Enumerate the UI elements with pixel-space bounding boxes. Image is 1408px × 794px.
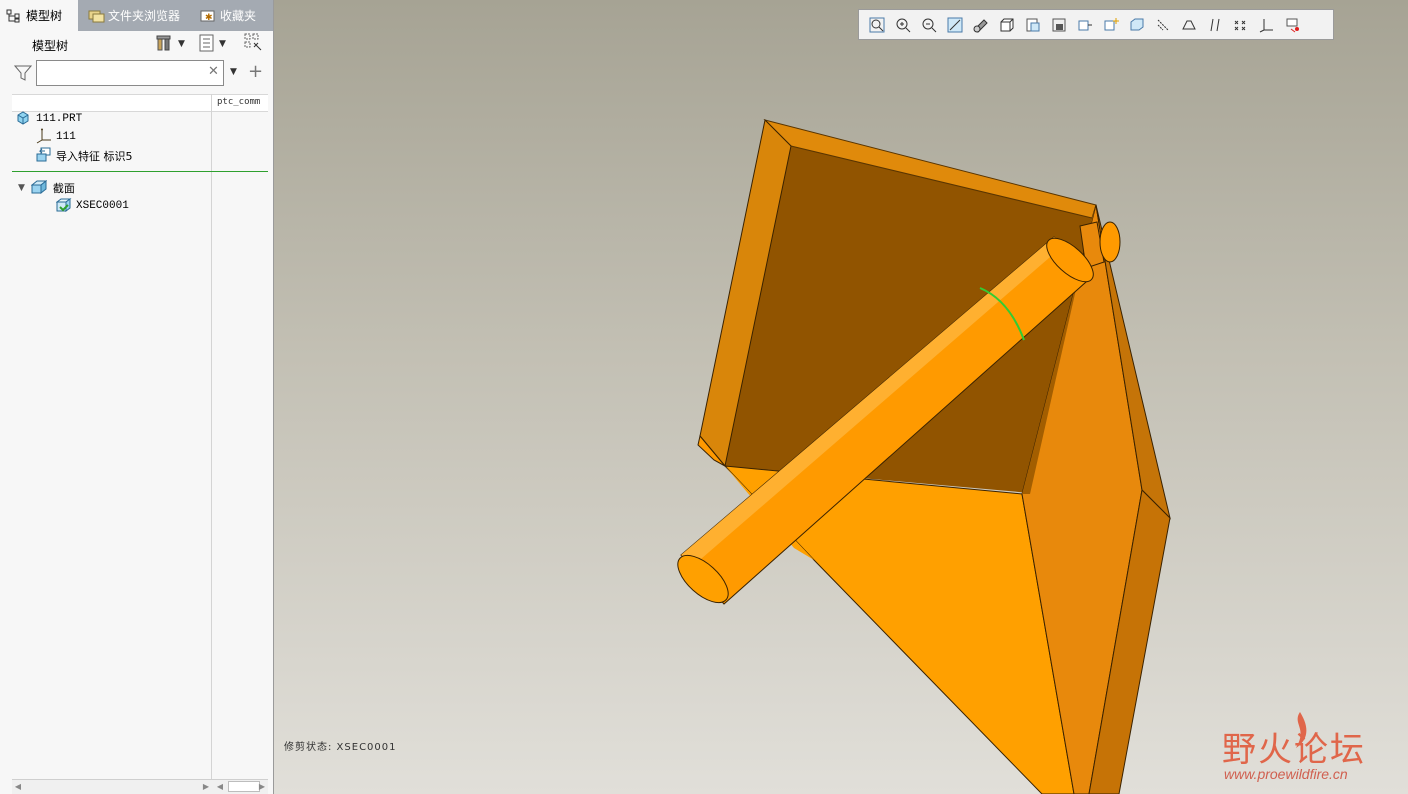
favorites-icon: ✱: [200, 9, 216, 23]
tree-group-sections[interactable]: ▼ 截面: [18, 179, 75, 197]
plane-display-icon[interactable]: [1150, 14, 1176, 36]
xsection-icon: [55, 197, 72, 216]
folder-browser-icon: [88, 9, 105, 23]
point-display-icon[interactable]: [1202, 14, 1228, 36]
spin-center-icon[interactable]: [1072, 14, 1098, 36]
3d-model[interactable]: [274, 0, 1408, 794]
flame-icon: [1296, 712, 1307, 748]
scroll-right-icon[interactable]: ▶: [256, 780, 268, 793]
list-icon: [199, 34, 215, 55]
add-icon[interactable]: +: [248, 61, 263, 82]
column-settings-button[interactable]: [244, 33, 264, 56]
chevron-down-icon: ▼: [219, 39, 226, 49]
tree-item-import-feature[interactable]: 导入特征 标识5: [36, 147, 133, 165]
coordinate-system-icon: [36, 128, 52, 147]
status-text: 修剪状态: XSEC0001: [284, 742, 397, 753]
axis-display-icon[interactable]: [1176, 14, 1202, 36]
svg-text:✱: ✱: [205, 13, 213, 23]
connection-icon[interactable]: [1280, 14, 1306, 36]
tree-item-xsection[interactable]: XSEC0001: [55, 197, 129, 216]
tree-item-label: 导入特征 标识5: [56, 150, 133, 163]
datum-display-icon[interactable]: [1124, 14, 1150, 36]
watermark-url: www.proewildfire.cn: [1224, 766, 1348, 782]
tree-item-label: XSEC0001: [76, 200, 129, 212]
annotation-display-icon[interactable]: [1098, 14, 1124, 36]
column-header-label[interactable]: ptc_comm: [217, 97, 269, 107]
graphics-window[interactable]: 修剪状态: XSEC0001 野火论坛 www.proewildfire.cn: [274, 0, 1408, 794]
tab-folder-browser[interactable]: 文件夹浏览器: [82, 0, 190, 31]
expand-triangle-icon[interactable]: ▼: [18, 183, 25, 193]
model-tree-panel: 模型树 文件夹浏览器 ✱ 收藏夹 模型树 ▼ ▼ ✕ ▼ + ptc_comm …: [0, 0, 274, 794]
tree-columns-icon: [244, 33, 264, 56]
import-feature-icon: [36, 147, 52, 166]
scroll-left-icon[interactable]: ◀: [214, 780, 226, 793]
zoom-out-icon[interactable]: [916, 14, 942, 36]
navigator-tabs: 模型树 文件夹浏览器 ✱ 收藏夹: [0, 0, 273, 31]
appearance-icon[interactable]: [1254, 14, 1280, 36]
column-divider[interactable]: [211, 94, 212, 780]
tree-item-csys[interactable]: 111: [36, 128, 76, 146]
zoom-in-icon[interactable]: [890, 14, 916, 36]
chevron-down-icon: ▼: [178, 39, 185, 49]
perspective-icon[interactable]: [1046, 14, 1072, 36]
tab-model-tree[interactable]: 模型树: [0, 0, 78, 31]
settings-menu-button[interactable]: ▼: [156, 34, 185, 54]
clear-icon[interactable]: ✕: [208, 64, 219, 79]
insert-indicator[interactable]: [12, 171, 268, 172]
saved-orientations-icon[interactable]: [994, 14, 1020, 36]
view-manager-icon[interactable]: [1020, 14, 1046, 36]
tab-label: 文件夹浏览器: [108, 9, 181, 23]
section-icon: [30, 179, 48, 198]
tab-favorites[interactable]: ✱ 收藏夹: [194, 0, 273, 31]
tab-label: 收藏夹: [220, 9, 257, 23]
view-toolbar: [858, 9, 1334, 40]
tree-item-label: 111: [56, 131, 76, 143]
tree-item-part[interactable]: 111.PRT: [16, 110, 82, 128]
part-icon: [16, 110, 30, 128]
model-tree-title: 模型树: [32, 39, 69, 53]
horizontal-scrollbar[interactable]: ◀ ▶ ◀ ▶: [12, 779, 268, 794]
tools-icon: [156, 34, 174, 55]
model-tree-icon: [6, 9, 22, 23]
display-style-icon[interactable]: [968, 14, 994, 36]
search-input[interactable]: [36, 60, 224, 86]
show-menu-button[interactable]: ▼: [199, 34, 226, 54]
chevron-down-icon[interactable]: ▼: [230, 67, 237, 77]
tab-label: 模型树: [26, 9, 63, 23]
refit-icon[interactable]: [864, 14, 890, 36]
tree-group-label: 截面: [52, 182, 75, 195]
scroll-left-icon[interactable]: ◀: [12, 780, 24, 793]
scroll-right-icon[interactable]: ▶: [200, 780, 212, 793]
tree-item-label: 111.PRT: [36, 113, 83, 125]
csys-display-icon[interactable]: [1228, 14, 1254, 36]
repaint-icon[interactable]: [942, 14, 968, 36]
filter-icon[interactable]: [13, 64, 33, 82]
